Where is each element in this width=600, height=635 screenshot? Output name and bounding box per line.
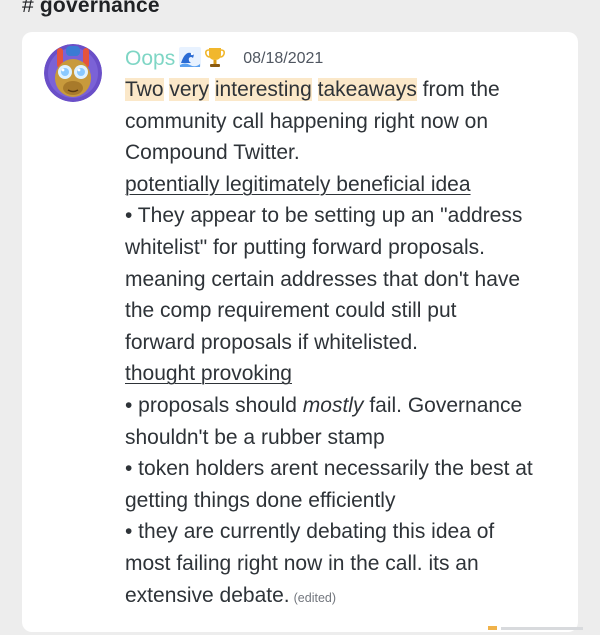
message-content: Two very interesting takeaways from the … [125,74,570,614]
trophy-emoji-icon [205,46,226,73]
highlighted-word: interesting [214,78,312,101]
message-line: Two very interesting takeaways from the [125,74,570,106]
message-line: most failing right now in the call. its … [125,551,479,575]
message-text: fail. Governance [363,393,523,417]
avatar[interactable] [44,44,102,102]
message-text: from the [416,78,500,101]
timestamp: 08/18/2021 [243,50,324,67]
message-text: extensive debate. [125,583,290,607]
message-line: extensive debate. (edited) [125,580,570,615]
message-line: whitelist" for putting forward proposals… [125,235,485,259]
channel-name: governance [39,0,160,17]
section-heading-underlined: thought provoking [125,362,292,386]
wave-emoji-icon [179,46,202,72]
italic-text: mostly [302,393,364,417]
message-line: • proposals should mostly fail. Governan… [125,390,570,422]
channel-header: # governance [22,0,160,18]
highlighted-word: Two [125,78,164,101]
channel-hash-icon: # [22,0,34,17]
message-line: community call happening right now on [125,109,489,133]
message-text: • proposals should [125,393,303,417]
highlighted-word: very [169,78,210,101]
message-line: • They appear to be setting up an "addre… [125,204,523,228]
partial-reaction-bar [488,617,588,635]
message-card: Oops 08/18/2021 Two very interesting tak… [22,32,578,632]
section-heading-underlined: potentially legitimately beneficial idea [125,172,471,196]
message-line: getting things done efficiently [125,488,396,512]
highlighted-word: takeaways [317,78,417,101]
message-line: • token holders arent necessarily the be… [125,457,533,481]
message: Oops 08/18/2021 Two very interesting tak… [125,44,570,614]
message-line: the comp requirement could still put [125,299,457,323]
message-header: Oops 08/18/2021 [125,44,570,74]
message-line: • they are currently debating this idea … [125,520,495,544]
message-line: shouldn't be a rubber stamp [125,425,385,449]
author-name[interactable]: Oops [125,47,175,71]
message-line: Compound Twitter. [125,141,300,165]
edited-indicator: (edited) [293,590,337,605]
message-line: forward proposals if whitelisted. [125,330,418,354]
message-line: meaning certain addresses that don't hav… [125,267,521,291]
avatar-image [44,44,102,102]
